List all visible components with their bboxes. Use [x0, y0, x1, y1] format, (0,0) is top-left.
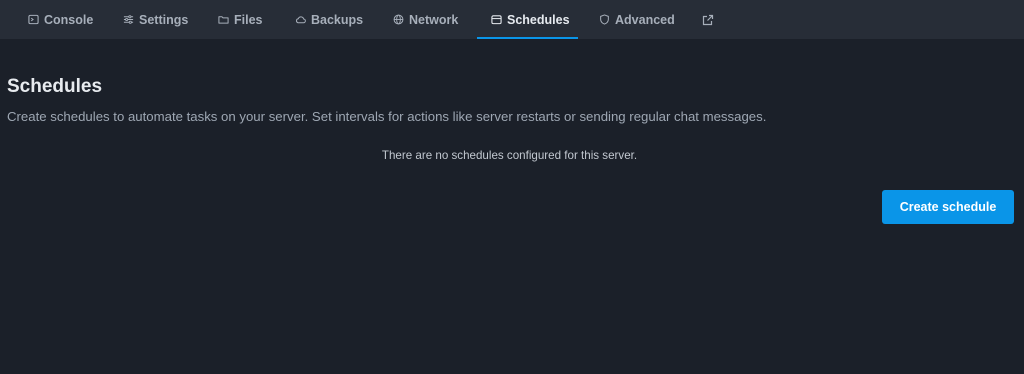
tab-advanced[interactable]: Advanced — [599, 0, 675, 39]
tab-schedules[interactable]: Schedules — [477, 0, 578, 39]
globe-icon — [393, 14, 404, 25]
tab-files[interactable]: Files — [218, 0, 263, 39]
external-link[interactable] — [702, 0, 714, 39]
tab-settings[interactable]: Settings — [123, 0, 188, 39]
tab-label: Settings — [139, 12, 189, 27]
sliders-icon — [123, 14, 134, 25]
tab-label: Backups — [311, 12, 364, 27]
page-title: Schedules — [7, 76, 103, 97]
shield-icon — [599, 14, 610, 25]
terminal-icon — [28, 14, 39, 25]
tab-backups[interactable]: Backups — [295, 0, 363, 39]
tab-network[interactable]: Network — [393, 0, 458, 39]
tab-label: Files — [234, 12, 263, 27]
create-schedule-button[interactable]: Create schedule — [882, 190, 1014, 224]
top-navigation: Console Settings Files Backups Network S… — [0, 0, 1024, 39]
tab-console[interactable]: Console — [28, 0, 93, 39]
page-description: Create schedules to automate tasks on yo… — [7, 109, 767, 124]
tab-label: Console — [44, 12, 94, 27]
cloud-icon — [295, 14, 306, 25]
calendar-icon — [491, 14, 502, 25]
folder-icon — [218, 14, 229, 25]
tab-label: Network — [409, 12, 459, 27]
tab-label: Schedules — [507, 12, 570, 27]
empty-state-message: There are no schedules configured for th… — [381, 149, 638, 162]
external-link-icon — [702, 14, 714, 26]
tab-label: Advanced — [615, 12, 675, 27]
